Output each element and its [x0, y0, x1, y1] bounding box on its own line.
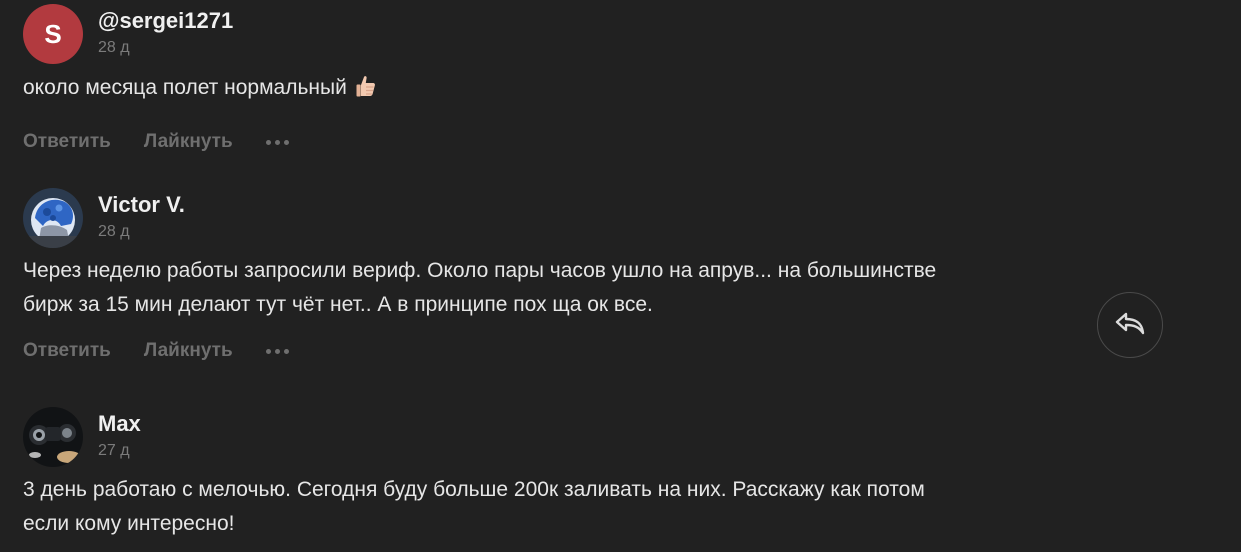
- comment-time: 28 д: [98, 223, 130, 240]
- helmet-avatar[interactable]: [23, 188, 83, 248]
- comment-text: 3 день работаю с мелочью. Сегодня буду б…: [23, 473, 1083, 541]
- more-dots-icon[interactable]: [265, 348, 289, 354]
- comment-actions: Ответить Лайкнуть: [23, 128, 1083, 156]
- comment-meta: @sergei1271 28 д: [98, 4, 233, 57]
- reply-arrow-icon: [1114, 310, 1146, 341]
- avatar-letter: S: [44, 18, 62, 49]
- author-name[interactable]: @sergei1271: [98, 8, 233, 34]
- comment-text-line: 3 день работаю с мелочью. Сегодня буду б…: [23, 478, 925, 501]
- avatar[interactable]: S: [23, 4, 83, 64]
- comment-header: Max 27 д: [23, 407, 1083, 467]
- reply-floating-button[interactable]: [1097, 292, 1163, 358]
- comment-meta: Victor V. 28 д: [98, 188, 185, 241]
- comment-header: Victor V. 28 д: [23, 188, 1083, 248]
- comment-text: около месяца полет нормальный: [23, 71, 1083, 109]
- comment-text-line: бирж за 15 мин делают тут чёт нет.. А в …: [23, 293, 653, 316]
- author-name[interactable]: Max: [98, 411, 141, 437]
- comment-time: 27 д: [98, 442, 130, 459]
- like-button[interactable]: Лайкнуть: [144, 131, 233, 153]
- dark-photo-avatar[interactable]: [23, 407, 83, 467]
- like-button[interactable]: Лайкнуть: [144, 340, 233, 362]
- more-dots-icon[interactable]: [265, 139, 289, 145]
- reply-button[interactable]: Ответить: [23, 340, 111, 362]
- comment-text-line: около месяца полет нормальный: [23, 76, 347, 99]
- author-name[interactable]: Victor V.: [98, 192, 185, 218]
- comment-time: 28 д: [98, 39, 130, 56]
- comment-text-line: если кому интересно!: [23, 512, 235, 535]
- comment-text-line: Через неделю работы запросили вериф. Око…: [23, 259, 937, 282]
- thumbs-up-icon: [355, 74, 377, 109]
- comment-actions: Ответить Лайкнуть: [23, 337, 1083, 365]
- comment-header: S @sergei1271 28 д: [23, 4, 1083, 64]
- comment-item: Max 27 д 3 день работаю с мелочью. Сегод…: [23, 407, 1083, 541]
- comment-item: Victor V. 28 д Через неделю работы запро…: [23, 188, 1083, 365]
- reply-button[interactable]: Ответить: [23, 131, 111, 153]
- comment-meta: Max 27 д: [98, 407, 141, 460]
- comment-text: Через неделю работы запросили вериф. Око…: [23, 254, 1083, 322]
- comment-item: S @sergei1271 28 д около месяца полет но…: [23, 4, 1083, 156]
